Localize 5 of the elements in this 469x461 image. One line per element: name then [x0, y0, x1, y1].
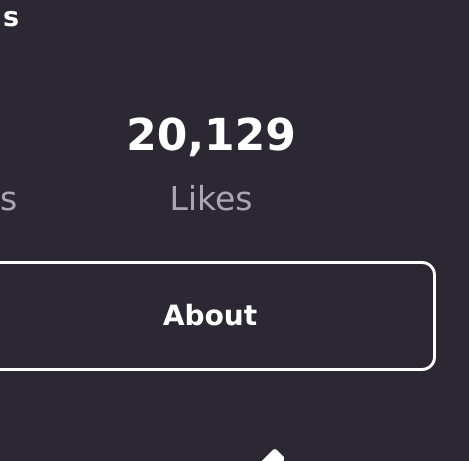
- about-button[interactable]: About: [0, 261, 436, 371]
- header-title: s: [3, 4, 20, 31]
- stat-value: 20,129: [126, 110, 296, 162]
- stat-label: s: [0, 182, 18, 215]
- stat-label: Likes: [170, 182, 252, 215]
